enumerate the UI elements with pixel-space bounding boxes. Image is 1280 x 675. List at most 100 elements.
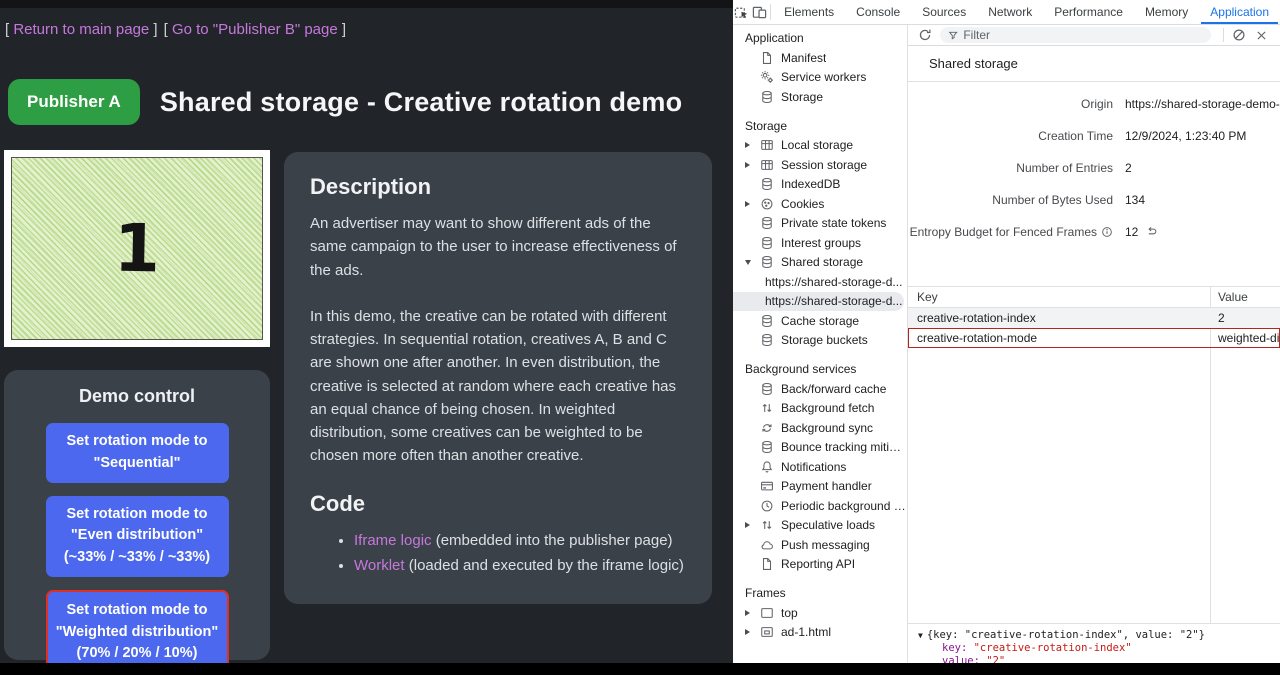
tree-expander-icon[interactable] <box>745 260 759 265</box>
sidebar-item-shared-storage[interactable]: Shared storage <box>733 253 907 273</box>
devtools-tab-console[interactable]: Console <box>845 0 911 24</box>
devtools-tab-application[interactable]: Application <box>1199 0 1280 24</box>
report-label: Entropy Budget for Fenced Frames <box>910 225 1097 239</box>
device-toolbar-icon[interactable] <box>751 0 769 24</box>
sidebar-item-storage[interactable]: Storage <box>733 87 907 107</box>
sidebar-section-background-services: Background services <box>733 360 907 379</box>
database-icon <box>759 235 775 251</box>
nav-link-return-to-main-page[interactable]: Return to main page <box>13 21 149 38</box>
sidebar-item-background-sync[interactable]: Background sync <box>733 418 907 438</box>
sidebar-item-label: https://shared-storage-d... <box>765 294 902 308</box>
ad-creative-image: 1 <box>11 157 263 340</box>
devtools-tab-memory[interactable]: Memory <box>1134 0 1199 24</box>
filter-field[interactable] <box>940 27 1211 43</box>
code-link-iframe-logic[interactable]: Iframe logic <box>354 532 432 549</box>
devtools-main-panel: Shared storage Originhttps://shared-stor… <box>908 25 1280 663</box>
sidebar-item-private-state-tokens[interactable]: Private state tokens <box>733 214 907 234</box>
document-icon <box>759 50 775 66</box>
sidebar-item-notifications[interactable]: Notifications <box>733 457 907 477</box>
sidebar-item-storage-buckets[interactable]: Storage buckets <box>733 331 907 351</box>
sidebar-item-bounce-tracking-mitiga[interactable]: Bounce tracking mitiga... <box>733 438 907 458</box>
description-paragraph: In this demo, the creative can be rotate… <box>310 305 686 468</box>
clear-icon[interactable] <box>1228 26 1250 44</box>
sidebar-item-periodic-background-s[interactable]: Periodic background s... <box>733 496 907 516</box>
sidebar-item-service-workers[interactable]: Service workers <box>733 68 907 88</box>
sidebar-item-speculative-loads[interactable]: Speculative loads <box>733 516 907 536</box>
object-preview-summary: {key: "creative-rotation-index", value: … <box>927 629 1205 641</box>
sidebar-item-back-forward-cache[interactable]: Back/forward cache <box>733 379 907 399</box>
info-icon[interactable] <box>1101 226 1113 238</box>
ad-creative-frame[interactable]: 1 <box>4 150 270 347</box>
sidebar-item-https-shared-storage-d[interactable]: https://shared-storage-d... <box>733 292 904 312</box>
page-header: Publisher A Shared storage - Creative ro… <box>8 79 682 125</box>
updown-icon <box>759 517 775 533</box>
reset-budget-icon[interactable] <box>1146 226 1158 238</box>
sidebar-item-label: Push messaging <box>781 538 870 552</box>
sidebar-item-label: Manifest <box>781 51 826 65</box>
sidebar-item-payment-handler[interactable]: Payment handler <box>733 477 907 497</box>
publisher-page: [ Return to main page ][ Go to "Publishe… <box>0 0 733 663</box>
sidebar-item-label: Background sync <box>781 421 873 435</box>
rotation-mode-button-even-distribution[interactable]: Set rotation mode to "Even distribution"… <box>46 496 229 577</box>
expand-triangle-icon[interactable]: ▼ <box>918 631 923 640</box>
sidebar-item-reporting-api[interactable]: Reporting API <box>733 555 907 575</box>
report-row-number-of-bytes-used: Number of Bytes Used134 <box>908 184 1280 216</box>
devtools-tab-elements[interactable]: Elements <box>773 0 845 24</box>
sidebar-item-session-storage[interactable]: Session storage <box>733 155 907 175</box>
sidebar-item-label: Speculative loads <box>781 518 875 532</box>
table-row-creative-rotation-index[interactable]: creative-rotation-index2 <box>908 308 1280 328</box>
delete-icon[interactable] <box>1250 26 1272 44</box>
refresh-icon[interactable] <box>914 26 936 44</box>
code-link-worklet[interactable]: Worklet <box>354 557 405 574</box>
sidebar-item-label: Bounce tracking mitiga... <box>781 440 907 454</box>
tree-expander-icon[interactable] <box>745 610 759 616</box>
publisher-badge: Publisher A <box>8 79 140 125</box>
report-label: Number of Bytes Used <box>992 193 1113 207</box>
tree-expander-icon[interactable] <box>745 201 759 207</box>
sidebar-item-cache-storage[interactable]: Cache storage <box>733 311 907 331</box>
database-icon <box>759 176 775 192</box>
table-header-row: KeyValue <box>908 287 1280 308</box>
bottom-screen-edge <box>0 663 1280 675</box>
devtools-tab-performance[interactable]: Performance <box>1043 0 1134 24</box>
sidebar-item-label: Notifications <box>781 460 846 474</box>
sidebar-item-indexeddb[interactable]: IndexedDB <box>733 175 907 195</box>
property-value: "2" <box>986 655 1005 663</box>
sidebar-item-label: Cookies <box>781 197 824 211</box>
column-header-value[interactable]: Value <box>1210 290 1280 304</box>
sidebar-item-top[interactable]: top <box>733 603 907 623</box>
page-title: Shared storage - Creative rotation demo <box>160 87 682 118</box>
column-header-key[interactable]: Key <box>908 290 1210 304</box>
sidebar-item-interest-groups[interactable]: Interest groups <box>733 233 907 253</box>
sidebar-section-storage: Storage <box>733 117 907 136</box>
tree-expander-icon[interactable] <box>745 162 759 168</box>
devtools-tab-network[interactable]: Network <box>977 0 1043 24</box>
devtools-tab-sources[interactable]: Sources <box>911 0 977 24</box>
sync-icon <box>759 420 775 436</box>
sidebar-item-label: IndexedDB <box>781 177 840 191</box>
code-list: Iframe logic (embedded into the publishe… <box>354 529 686 578</box>
clock-icon <box>759 498 775 514</box>
rotation-mode-button-weighted-distribut[interactable]: Set rotation mode to "Weighted distribut… <box>46 590 229 663</box>
tree-expander-icon[interactable] <box>745 522 759 528</box>
sidebar-item-cookies[interactable]: Cookies <box>733 194 907 214</box>
inspect-element-icon[interactable] <box>733 0 751 24</box>
sidebar-item-label: Interest groups <box>781 236 861 250</box>
filter-funnel-icon <box>948 30 958 41</box>
database-icon <box>759 332 775 348</box>
sidebar-item-https-shared-storage-d[interactable]: https://shared-storage-d... <box>733 272 907 292</box>
tree-expander-icon[interactable] <box>745 629 759 635</box>
rotation-mode-button-sequential[interactable]: Set rotation mode to "Sequential" <box>46 423 229 483</box>
object-property-row: value: "2" <box>918 655 1280 663</box>
nav-link-go-to-publisher-b-page[interactable]: Go to "Publisher B" page <box>172 21 338 38</box>
table-row-creative-rotation-mode[interactable]: creative-rotation-modeweighted-dist <box>908 328 1280 348</box>
description-paragraph: An advertiser may want to show different… <box>310 212 686 282</box>
cloud-icon <box>759 537 775 553</box>
sidebar-item-manifest[interactable]: Manifest <box>733 48 907 68</box>
sidebar-item-background-fetch[interactable]: Background fetch <box>733 399 907 419</box>
tree-expander-icon[interactable] <box>745 142 759 148</box>
sidebar-item-push-messaging[interactable]: Push messaging <box>733 535 907 555</box>
sidebar-item-local-storage[interactable]: Local storage <box>733 136 907 156</box>
filter-input[interactable] <box>963 28 1203 42</box>
sidebar-item-ad-1-html[interactable]: ad-1.html <box>733 623 907 643</box>
